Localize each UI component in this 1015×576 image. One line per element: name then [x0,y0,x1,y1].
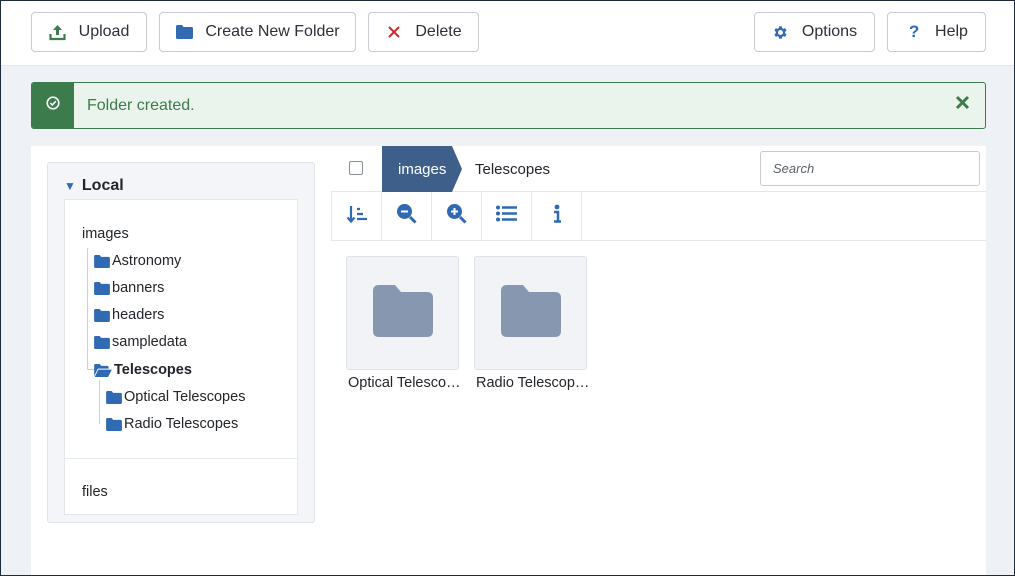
create-new-folder-label: Create New Folder [205,23,340,40]
folder-icon [372,284,433,342]
zoom-in-button[interactable] [432,192,482,240]
alert-message: Folder created. [87,96,195,114]
folder-open-icon [94,363,112,377]
tree-item-radio-telescopes[interactable]: Radio Telescopes [106,416,238,432]
tree-item-headers[interactable]: headers [94,307,164,323]
close-icon [385,23,403,41]
info-icon [552,204,562,229]
tree-item-optical-telescopes[interactable]: Optical Telescopes [106,389,245,405]
media-panel: ▼ Local images Astronomy banners headers [31,146,986,576]
zoom-out-button[interactable] [382,192,432,240]
breadcrumb: images Telescopes [331,146,986,192]
toolbar: Upload Create New Folder Delete Options … [0,0,1015,66]
select-all-checkbox[interactable] [349,161,363,175]
tree-item-banners[interactable]: banners [94,280,164,296]
upload-label: Upload [78,23,130,40]
file-browser: images Telescopes Search Optical Telesco… [331,146,986,576]
tree-divider [65,458,297,459]
folder-tile-radio-telescopes[interactable] [474,256,587,370]
folder-icon [94,254,110,268]
folder-icon [106,390,122,404]
tree-connector [99,380,100,424]
folder-tree: ▼ Local images Astronomy banners headers [47,162,315,523]
folder-icon [500,284,561,342]
gear-icon [772,23,790,41]
folder-tile-label: Optical Telesco… [348,375,461,391]
folder-icon [175,23,193,41]
options-button[interactable]: Options [754,12,875,52]
sort-button[interactable] [332,192,382,240]
close-icon [955,95,970,115]
zoom-out-icon [396,203,417,229]
folder-tile-label: Radio Telescop… [476,375,590,391]
tree-item-images[interactable]: images [82,226,129,242]
info-button[interactable] [532,192,582,240]
options-label: Options [801,23,858,40]
alert-close-button[interactable] [951,94,973,116]
caret-down-icon: ▼ [64,179,76,193]
folder-icon [94,308,110,322]
search-input[interactable] [760,151,980,186]
folder-tile-optical-telescopes[interactable] [346,256,459,370]
folder-icon [106,417,122,431]
sort-icon [346,204,368,229]
tree-item-sampledata[interactable]: sampledata [94,334,187,350]
tree-header-local[interactable]: ▼ Local [64,177,124,195]
folder-icon [94,281,110,295]
question-icon: ? [908,22,920,41]
breadcrumb-item-images[interactable]: images [382,146,462,192]
list-view-button[interactable] [482,192,532,240]
help-button[interactable]: ? Help [887,12,986,52]
success-alert: Folder created. [31,82,986,129]
list-view-icon [496,205,517,227]
tree-connector [87,248,88,370]
upload-icon [49,23,67,41]
tree-header-label: Local [81,177,124,194]
tree-item-telescopes[interactable]: Telescopes [94,362,192,378]
zoom-in-icon [446,203,467,229]
help-label: Help [935,23,968,40]
check-circle-icon [46,96,60,115]
delete-label: Delete [415,23,462,40]
tree-item-files[interactable]: files [82,484,108,500]
delete-button[interactable]: Delete [368,12,479,52]
tree-list: images Astronomy banners headers sampled… [64,199,298,515]
breadcrumb-item-telescopes[interactable]: Telescopes [475,146,550,192]
alert-stripe [32,83,74,128]
tree-item-astronomy[interactable]: Astronomy [94,253,181,269]
create-new-folder-button[interactable]: Create New Folder [159,12,356,52]
upload-button[interactable]: Upload [31,12,147,52]
view-tools [331,192,986,241]
folder-icon [94,335,110,349]
